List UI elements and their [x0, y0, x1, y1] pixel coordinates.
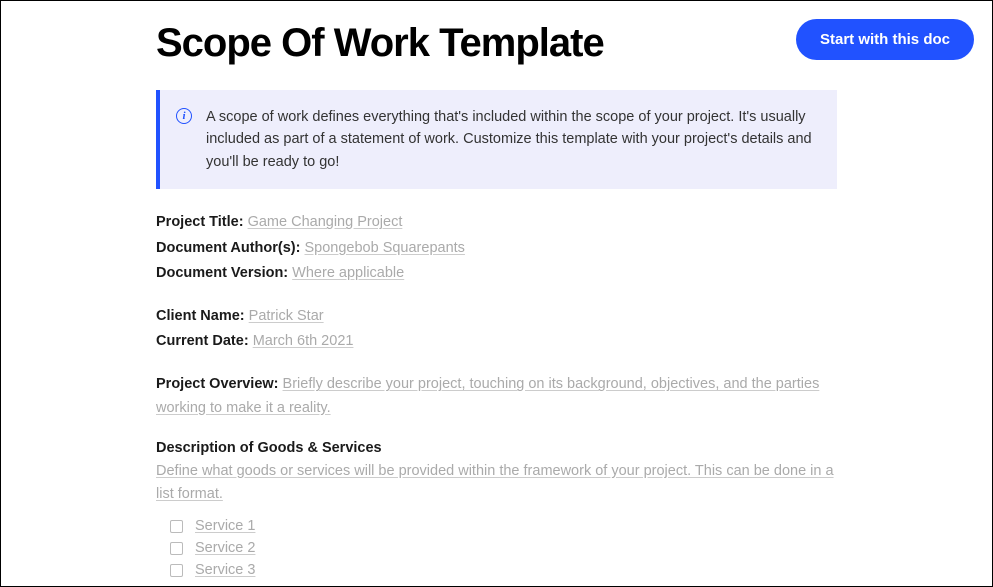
project-title-label: Project Title: — [156, 214, 244, 230]
overview-field[interactable]: Project Overview: Briefly describe your … — [156, 373, 837, 419]
service-label[interactable]: Service 3 — [195, 562, 255, 578]
goods-services-heading: Description of Goods & Services — [156, 440, 837, 456]
page-title: Scope Of Work Template — [156, 21, 604, 65]
version-field[interactable]: Document Version: Where applicable — [156, 262, 837, 285]
authors-value[interactable]: Spongebob Squarepants — [304, 240, 464, 256]
callout-text: A scope of work defines everything that'… — [206, 106, 817, 173]
current-date-value[interactable]: March 6th 2021 — [253, 333, 354, 349]
goods-services-description[interactable]: Define what goods or services will be pr… — [156, 460, 837, 506]
overview-label: Project Overview: — [156, 376, 279, 392]
client-name-value[interactable]: Patrick Star — [249, 308, 324, 324]
checkbox[interactable] — [170, 564, 183, 577]
authors-field[interactable]: Document Author(s): Spongebob Squarepant… — [156, 237, 837, 260]
version-value[interactable]: Where applicable — [292, 265, 404, 281]
list-item: Service 3 — [170, 562, 837, 578]
info-icon: i — [176, 108, 192, 124]
info-callout: i A scope of work defines everything tha… — [156, 90, 837, 189]
service-label[interactable]: Service 1 — [195, 518, 255, 534]
list-item: Service 2 — [170, 540, 837, 556]
services-checklist: Service 1 Service 2 Service 3 — [156, 518, 837, 578]
document-body: Scope Of Work Template i A scope of work… — [1, 1, 992, 578]
project-title-value[interactable]: Game Changing Project — [248, 214, 403, 230]
service-label[interactable]: Service 2 — [195, 540, 255, 556]
client-name-field[interactable]: Client Name: Patrick Star — [156, 305, 837, 328]
list-item: Service 1 — [170, 518, 837, 534]
header: Scope Of Work Template — [156, 21, 837, 65]
current-date-field[interactable]: Current Date: March 6th 2021 — [156, 330, 837, 353]
start-with-doc-button[interactable]: Start with this doc — [796, 19, 974, 60]
checkbox[interactable] — [170, 520, 183, 533]
authors-label: Document Author(s): — [156, 240, 300, 256]
project-title-field[interactable]: Project Title: Game Changing Project — [156, 211, 837, 234]
version-label: Document Version: — [156, 265, 288, 281]
client-name-label: Client Name: — [156, 308, 245, 324]
current-date-label: Current Date: — [156, 333, 249, 349]
checkbox[interactable] — [170, 542, 183, 555]
